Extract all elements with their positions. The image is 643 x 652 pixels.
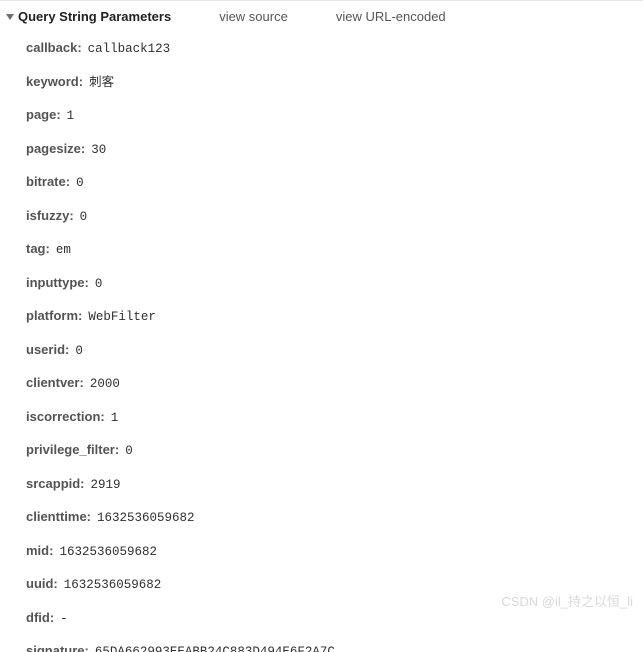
param-name: dfid:: [26, 609, 54, 627]
param-name: signature:: [26, 642, 89, 652]
param-row: tag: em: [26, 233, 637, 267]
param-row: signature: 65DA662993EEABB24C883D494E6F2A…: [26, 635, 637, 652]
param-name: iscorrection:: [26, 408, 105, 426]
param-name: userid:: [26, 341, 69, 359]
param-name: inputtype:: [26, 274, 89, 292]
param-name: tag:: [26, 240, 50, 258]
param-name: clientver:: [26, 374, 84, 392]
param-value: 30: [91, 142, 106, 160]
param-row: pagesize: 30: [26, 133, 637, 167]
param-row: callback: callback123: [26, 32, 637, 66]
param-name: callback:: [26, 39, 82, 57]
param-row: uuid: 1632536059682: [26, 568, 637, 602]
param-value: -: [60, 611, 68, 629]
view-url-encoded-link[interactable]: view URL-encoded: [336, 9, 446, 24]
param-value: 0: [95, 276, 103, 294]
param-name: platform:: [26, 307, 82, 325]
collapse-triangle-icon[interactable]: [6, 14, 14, 20]
param-value: em: [56, 242, 71, 260]
param-value: WebFilter: [88, 309, 156, 327]
param-value: 1: [111, 410, 119, 428]
param-row: page: 1: [26, 99, 637, 133]
param-row: dfid:-: [26, 602, 637, 636]
param-row: platform: WebFilter: [26, 300, 637, 334]
param-name: mid:: [26, 542, 53, 560]
param-row: srcappid: 2919: [26, 468, 637, 502]
param-value: 1: [67, 108, 75, 126]
param-name: srcappid:: [26, 475, 85, 493]
params-list: callback:callback123keyword:刺客page:1page…: [6, 32, 637, 652]
section-title: Query String Parameters: [18, 9, 171, 24]
param-name: uuid:: [26, 575, 58, 593]
param-row: inputtype: 0: [26, 267, 637, 301]
param-value: 1632536059682: [97, 510, 195, 528]
param-value: 1632536059682: [59, 544, 157, 562]
section-header: Query String Parameters view source view…: [6, 9, 637, 24]
param-value: 0: [125, 443, 133, 461]
param-value: 1632536059682: [64, 577, 162, 595]
param-value: 2000: [90, 376, 120, 394]
param-row: userid: 0: [26, 334, 637, 368]
param-value: 2919: [91, 477, 121, 495]
param-row: isfuzzy: 0: [26, 200, 637, 234]
param-row: bitrate: 0: [26, 166, 637, 200]
query-string-panel: Query String Parameters view source view…: [0, 0, 643, 652]
view-source-link[interactable]: view source: [219, 9, 288, 24]
param-name: page:: [26, 106, 61, 124]
param-row: clientver: 2000: [26, 367, 637, 401]
param-name: keyword:: [26, 73, 83, 91]
param-name: clienttime:: [26, 508, 91, 526]
param-row: mid: 1632536059682: [26, 535, 637, 569]
param-row: clienttime: 1632536059682: [26, 501, 637, 535]
param-row: iscorrection: 1: [26, 401, 637, 435]
param-name: privilege_filter:: [26, 441, 119, 459]
param-value: 0: [76, 175, 84, 193]
param-name: pagesize:: [26, 140, 85, 158]
param-value: 刺客: [89, 75, 114, 93]
param-value: 0: [75, 343, 83, 361]
param-name: isfuzzy:: [26, 207, 74, 225]
param-row: keyword: 刺客: [26, 66, 637, 100]
param-value: callback123: [88, 41, 171, 59]
param-value: 65DA662993EEABB24C883D494E6F2A7C: [95, 644, 335, 652]
param-value: 0: [80, 209, 88, 227]
param-row: privilege_filter: 0: [26, 434, 637, 468]
param-name: bitrate:: [26, 173, 70, 191]
